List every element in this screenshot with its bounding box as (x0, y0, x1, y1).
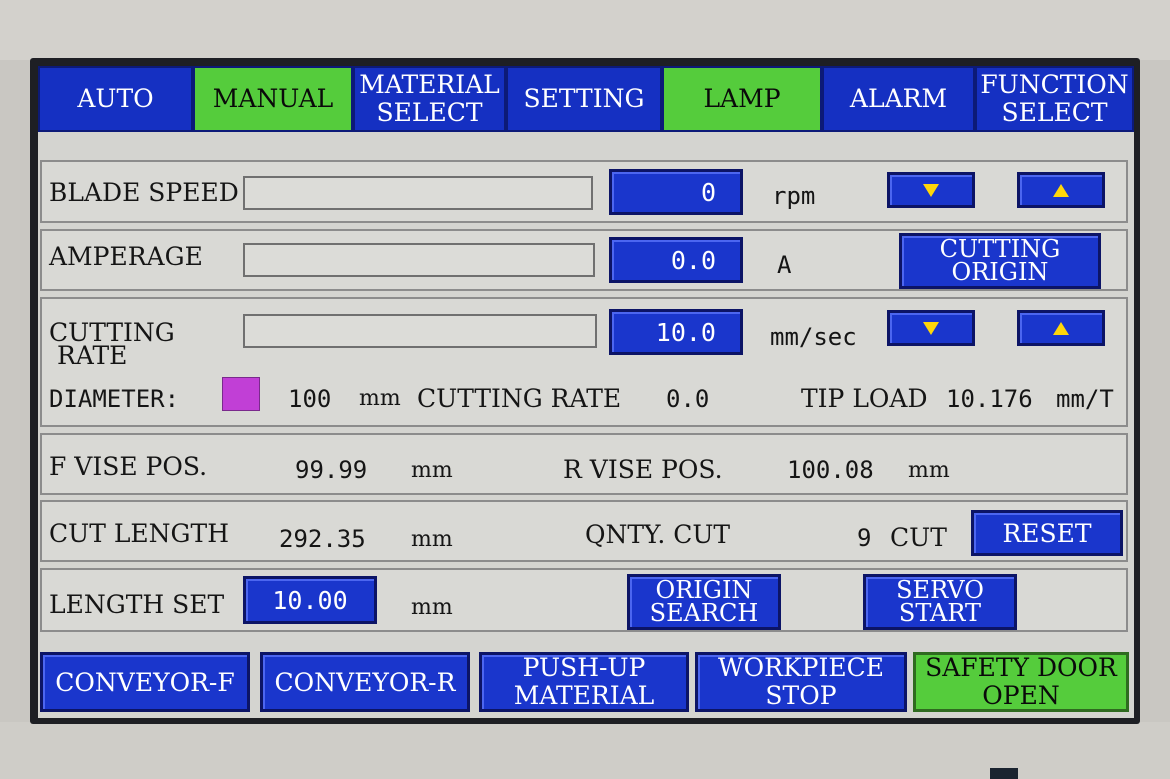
diameter-color-swatch (222, 377, 260, 411)
conveyor-f-button[interactable]: CONVEYOR-F (40, 652, 250, 712)
cutting-rate-unit: mm/sec (770, 323, 857, 351)
amperage-bar (243, 243, 595, 277)
tip-load-unit: mm/T (1056, 385, 1114, 413)
tab-function-select[interactable]: FUNCTION SELECT (975, 66, 1134, 132)
f-vise-pos-label: F VISE POS. (49, 452, 208, 481)
blade-speed-unit: rpm (772, 182, 816, 210)
conveyor-r-button[interactable]: CONVEYOR-R (260, 652, 470, 712)
push-up-material-button[interactable]: PUSH-UP MATERIAL (479, 652, 689, 712)
amperage-label: AMPERAGE (49, 242, 203, 271)
diameter-unit: mm (359, 386, 401, 411)
amperage-row: AMPERAGE 0.0 A CUTTING ORIGIN (40, 229, 1128, 291)
diameter-value: 100 (288, 385, 332, 413)
servo-start-button[interactable]: SERVO START (863, 574, 1017, 630)
length-set-row: LENGTH SET 10.00 mm ORIGIN SEARCH SERVO … (40, 568, 1128, 632)
cutting-rate-bar (243, 314, 597, 348)
qnty-cut-unit: CUT (890, 523, 947, 552)
cutting-rate-value[interactable]: 10.0 (609, 309, 743, 355)
amperage-unit: A (777, 251, 792, 279)
origin-search-button[interactable]: ORIGIN SEARCH (627, 574, 781, 630)
diameter-label: DIAMETER: (49, 385, 180, 413)
workpiece-stop-button[interactable]: WORKPIECE STOP (695, 652, 907, 712)
blade-speed-up-button[interactable] (1017, 172, 1105, 208)
vise-position-row: F VISE POS. 99.99 mm R VISE POS. 100.08 … (40, 433, 1128, 495)
reset-button[interactable]: RESET (971, 510, 1123, 556)
qnty-cut-label: QNTY. CUT (585, 520, 731, 549)
f-vise-pos-unit: mm (411, 458, 453, 483)
triangle-up-icon (1053, 321, 1069, 335)
r-vise-pos-value: 100.08 (787, 456, 874, 484)
blade-speed-row: BLADE SPEED 0 rpm (40, 160, 1128, 223)
cut-length-row: CUT LENGTH 292.35 mm QNTY. CUT 9 CUT RES… (40, 500, 1128, 562)
cutting-rate-up-button[interactable] (1017, 310, 1105, 346)
tab-auto[interactable]: AUTO (38, 66, 193, 132)
triangle-down-icon (923, 183, 939, 197)
length-set-value[interactable]: 10.00 (243, 576, 377, 624)
r-vise-pos-unit: mm (908, 458, 950, 483)
blade-speed-label: BLADE SPEED (49, 178, 239, 207)
device-bezel-top (0, 0, 1170, 60)
triangle-down-icon (923, 321, 939, 335)
cut-length-value: 292.35 (279, 525, 366, 553)
cutting-origin-button[interactable]: CUTTING ORIGIN (899, 233, 1101, 289)
device-bezel-notch (990, 768, 1018, 779)
tip-load-label: TIP LOAD (801, 384, 928, 413)
cut-length-label: CUT LENGTH (49, 519, 229, 548)
f-vise-pos-value: 99.99 (295, 456, 368, 484)
length-set-unit: mm (411, 595, 453, 620)
blade-speed-value[interactable]: 0 (609, 169, 743, 215)
tab-manual[interactable]: MANUAL (193, 66, 353, 132)
hmi-panel: AUTO MANUAL MATERIAL SELECT SETTING LAMP… (38, 66, 1134, 718)
r-vise-pos-label: R VISE POS. (563, 455, 723, 484)
info-cutting-rate-label: CUTTING RATE (417, 384, 622, 413)
safety-door-open-button[interactable]: SAFETY DOOR OPEN (913, 652, 1129, 712)
tip-load-value: 10.176 (946, 385, 1033, 413)
cutting-rate-label: CUTTING RATE (49, 318, 175, 370)
tab-material-select[interactable]: MATERIAL SELECT (353, 66, 506, 132)
cutting-rate-down-button[interactable] (887, 310, 975, 346)
tab-lamp[interactable]: LAMP (662, 66, 822, 132)
triangle-up-icon (1053, 183, 1069, 197)
cut-length-unit: mm (411, 527, 453, 552)
info-cutting-rate-value: 0.0 (666, 385, 710, 413)
length-set-label: LENGTH SET (49, 590, 225, 619)
qnty-cut-value: 9 (857, 524, 872, 552)
tab-alarm[interactable]: ALARM (822, 66, 975, 132)
blade-speed-down-button[interactable] (887, 172, 975, 208)
cutting-rate-group: CUTTING RATE 10.0 mm/sec DIAMETER: 100 m… (40, 297, 1128, 427)
amperage-value[interactable]: 0.0 (609, 237, 743, 283)
blade-speed-bar (243, 176, 593, 210)
tab-setting[interactable]: SETTING (506, 66, 662, 132)
